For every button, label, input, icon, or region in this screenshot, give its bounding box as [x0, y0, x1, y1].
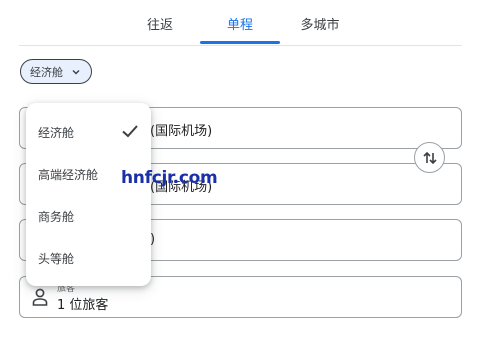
- tab-round-trip[interactable]: 往返: [120, 12, 200, 46]
- menu-item-first[interactable]: 头等舱: [26, 238, 151, 278]
- check-icon: [122, 125, 138, 138]
- menu-item-label: 头等舱: [38, 252, 75, 266]
- cabin-class-label: 经济舱: [30, 65, 63, 79]
- origin-value: (国际机场): [150, 124, 213, 139]
- swap-button[interactable]: [414, 142, 445, 173]
- menu-item-business[interactable]: 商务舱: [26, 196, 151, 236]
- swap-icon: [422, 151, 437, 164]
- active-tab-indicator: [200, 41, 280, 44]
- tab-multi-city[interactable]: 多城市: [280, 12, 360, 46]
- cabin-class-chip[interactable]: 经济舱: [20, 59, 92, 84]
- watermark: hnfcjr.com: [121, 168, 218, 188]
- passengers-value: 1 位旅客: [57, 298, 109, 313]
- person-icon: [32, 288, 48, 306]
- menu-item-label: 高端经济舱: [38, 168, 99, 182]
- menu-item-label: 商务舱: [38, 210, 75, 224]
- menu-item-label: 经济舱: [38, 126, 75, 140]
- tabs-divider: [19, 45, 462, 46]
- menu-item-economy[interactable]: 经济舱: [26, 112, 151, 152]
- chevron-down-icon: [72, 69, 80, 74]
- cabin-class-menu: 经济舱 高端经济舱 商务舱 头等舱: [26, 103, 151, 286]
